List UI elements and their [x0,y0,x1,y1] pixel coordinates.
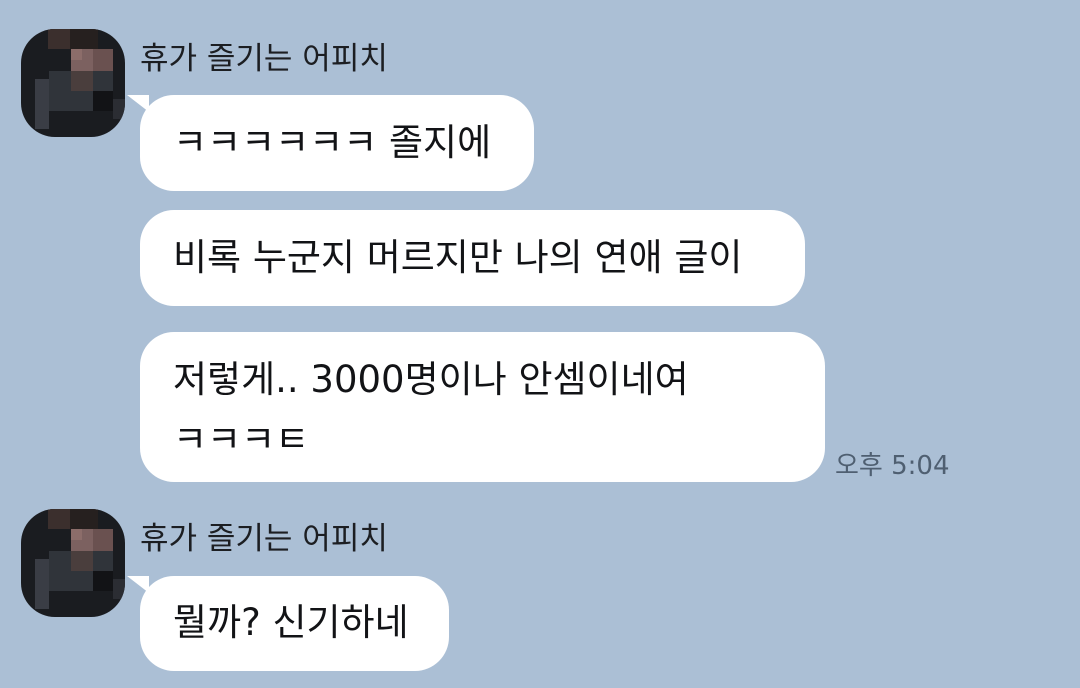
message-bubble[interactable]: ㅋㅋㅋㅋㅋㅋ 졸지에 [140,95,534,191]
message-text: ㅋㅋㅋㅋㅋㅋ 졸지에 [173,121,492,164]
avatar-pixel [113,99,125,119]
avatar-pixel [71,551,93,571]
sender-name: 휴가 즐기는 어피치 [140,521,388,557]
avatar-pixel [113,579,125,599]
avatar-pixel [71,529,82,540]
message-timestamp: 오후 5:04 [835,451,950,481]
avatar-pixel [93,49,113,71]
avatar-pixel [35,559,49,609]
message-group: 휴가 즐기는 어피치 ㅋㅋㅋㅋㅋㅋ 졸지에 비록 누군지 머르지만 나의 연애 … [0,0,1080,500]
message-bubble[interactable]: 뭘까? 신기하네 [140,576,449,671]
avatar-pixel [48,29,70,49]
sender-name: 휴가 즐기는 어피치 [140,41,388,77]
avatar-pixel [48,509,70,529]
message-text: 저렇게.. 3000명이나 안셈이네여 ㅋㅋㅋㅌ [173,358,689,461]
avatar-pixel [35,79,49,129]
avatar-pixel [93,91,113,111]
message-group: 휴가 즐기는 어피치 뭘까? 신기하네 [0,500,1080,688]
sender-avatar[interactable] [21,29,125,137]
avatar-pixel [93,571,113,591]
message-bubble[interactable]: 저렇게.. 3000명이나 안셈이네여 ㅋㅋㅋㅌ [140,332,825,482]
avatar-pixel [93,529,113,551]
message-text: 비록 누군지 머르지만 나의 연애 글이 [173,236,743,279]
sender-avatar[interactable] [21,509,125,617]
avatar-pixel [71,49,82,60]
message-text: 뭘까? 신기하네 [173,601,409,644]
message-bubble[interactable]: 비록 누군지 머르지만 나의 연애 글이 [140,210,805,306]
avatar-pixel [71,71,93,91]
